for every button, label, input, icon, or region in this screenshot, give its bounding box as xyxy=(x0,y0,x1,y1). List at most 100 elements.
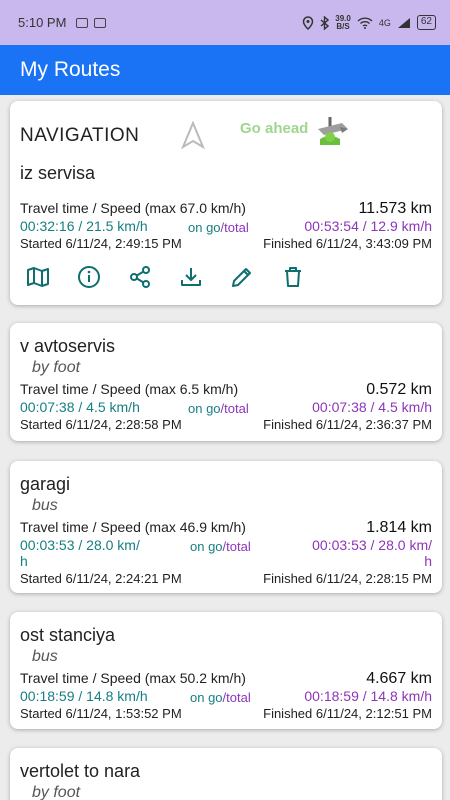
times-row: Started 6/11/24, 2:24:21 PM Finished 6/1… xyxy=(20,571,432,586)
status-right: 39.0 B/S 4G 62 xyxy=(302,14,436,31)
speed-row: 00:32:16 / 21.5 km/h on go/total 00:53:5… xyxy=(20,218,432,236)
times-row: Started 6/11/24, 1:53:52 PM Finished 6/1… xyxy=(20,706,432,721)
route-name: ost stanciya xyxy=(20,625,116,645)
on-go-total-label: on go/total xyxy=(188,401,249,416)
route-name: v avtoservis xyxy=(20,336,116,356)
total-value: 00:53:54 / 12.9 km/h xyxy=(304,218,432,234)
page-title: My Routes xyxy=(20,58,121,81)
edit-button[interactable] xyxy=(228,263,256,291)
route-distance: 1.814 km xyxy=(366,519,432,536)
go-ahead-label: Go ahead xyxy=(240,120,309,137)
travel-row: Travel time / Speed (max 6.5 km/h) 0.572… xyxy=(20,381,432,399)
message-icon xyxy=(94,17,107,28)
route-mode: bus xyxy=(32,648,58,665)
total-value: 00:18:59 / 14.8 km/h xyxy=(304,688,432,704)
on-go-label: on go xyxy=(188,401,221,416)
on-go-total-label: on go/total xyxy=(190,539,251,554)
share-button[interactable] xyxy=(126,263,154,291)
route-card[interactable]: ost stanciya bus Travel time / Speed (ma… xyxy=(10,612,442,729)
finished-time: Finished 6/11/24, 2:12:51 PM xyxy=(263,706,432,721)
on-go-label: on go xyxy=(188,220,221,235)
times-row: Started 6/11/24, 2:49:15 PM Finished 6/1… xyxy=(20,236,432,251)
total-label: total xyxy=(226,690,251,705)
route-card[interactable]: vertolet to nara by foot xyxy=(10,748,442,800)
navigation-arrow-icon xyxy=(181,121,205,149)
status-bar: 5:10 PM 39.0 B/S 4G 62 xyxy=(0,0,450,45)
map-icon xyxy=(27,267,49,287)
map-button[interactable] xyxy=(24,263,52,291)
travel-row: Travel time / Speed (max 67.0 km/h) 11.5… xyxy=(20,200,432,218)
net-speed: 39.0 B/S xyxy=(335,14,351,31)
on-go-label: on go xyxy=(190,690,223,705)
started-time: Started 6/11/24, 2:24:21 PM xyxy=(20,571,182,586)
location-icon xyxy=(303,15,314,30)
on-go-value-wrap: h xyxy=(20,553,28,569)
total-value-wrap: h xyxy=(424,553,432,569)
route-actions xyxy=(20,263,432,297)
travel-label: Travel time / Speed (max 6.5 km/h) xyxy=(20,381,239,397)
travel-label: Travel time / Speed (max 46.9 km/h) xyxy=(20,519,246,535)
finished-time: Finished 6/11/24, 2:28:15 PM xyxy=(263,571,432,586)
download-button[interactable] xyxy=(177,263,205,291)
go-ahead-sign-icon xyxy=(318,117,348,145)
speed-row: 00:03:53 / 28.0 km/h on go/total 00:03:5… xyxy=(20,537,432,569)
info-button[interactable] xyxy=(75,263,103,291)
route-mode: bus xyxy=(32,497,58,514)
travel-label: Travel time / Speed (max 50.2 km/h) xyxy=(20,670,246,686)
battery-icon: 62 xyxy=(416,15,436,30)
on-go-value: 00:07:38 / 4.5 km/h xyxy=(20,399,140,415)
route-distance: 11.573 km xyxy=(358,200,432,217)
times-row: Started 6/11/24, 2:28:58 PM Finished 6/1… xyxy=(20,417,432,432)
edit-icon xyxy=(232,268,251,287)
finished-time: Finished 6/11/24, 3:43:09 PM xyxy=(263,236,432,251)
on-go-total-label: on go/total xyxy=(190,690,251,705)
routes-list[interactable]: NAVIGATION Go ahead iz servisa Travel ti… xyxy=(0,95,450,800)
delete-icon xyxy=(285,267,301,287)
net-speed-unit: B/S xyxy=(336,21,350,31)
total-value: 00:03:53 / 28.0 km/h xyxy=(312,537,432,569)
on-go-total-label: on go/total xyxy=(188,220,249,235)
speed-row: 00:18:59 / 14.8 km/h on go/total 00:18:5… xyxy=(20,688,432,706)
route-name: iz servisa xyxy=(20,163,96,183)
travel-row: Travel time / Speed (max 46.9 km/h) 1.81… xyxy=(20,519,432,537)
on-go-value-line: 00:03:53 / 28.0 km/ xyxy=(20,537,140,553)
total-label: total xyxy=(224,220,249,235)
navigation-header: NAVIGATION Go ahead xyxy=(20,111,432,149)
total-value-line: 00:03:53 / 28.0 km/ xyxy=(312,537,432,553)
on-go-value: 00:18:59 / 14.8 km/h xyxy=(20,688,148,704)
navigation-card[interactable]: NAVIGATION Go ahead iz servisa Travel ti… xyxy=(10,101,442,305)
route-card[interactable]: garagi bus Travel time / Speed (max 46.9… xyxy=(10,461,442,593)
speed-row: 00:07:38 / 4.5 km/h on go/total 00:07:38… xyxy=(20,399,432,417)
finished-time: Finished 6/11/24, 2:36:37 PM xyxy=(263,417,432,432)
bluetooth-icon xyxy=(320,15,330,30)
share-icon xyxy=(130,266,150,288)
wifi-icon xyxy=(357,16,373,29)
total-value: 00:07:38 / 4.5 km/h xyxy=(312,399,432,415)
started-time: Started 6/11/24, 1:53:52 PM xyxy=(20,706,182,721)
notification-icon xyxy=(76,17,89,28)
started-time: Started 6/11/24, 2:49:15 PM xyxy=(20,236,182,251)
navigation-title: NAVIGATION xyxy=(20,125,140,146)
on-go-value: 00:03:53 / 28.0 km/h xyxy=(20,537,140,569)
travel-row: Travel time / Speed (max 50.2 km/h) 4.66… xyxy=(20,670,432,688)
route-mode: by foot xyxy=(32,784,81,800)
total-label: total xyxy=(226,539,251,554)
route-distance: 4.667 km xyxy=(366,670,432,687)
route-name: garagi xyxy=(20,474,71,494)
total-label: total xyxy=(224,401,249,416)
on-go-label: on go xyxy=(190,539,223,554)
network-type: 4G xyxy=(378,17,391,28)
route-distance: 0.572 km xyxy=(366,381,432,398)
route-mode: by foot xyxy=(32,359,81,376)
app-bar: My Routes xyxy=(0,45,450,95)
signal-icon xyxy=(397,17,410,28)
status-time: 5:10 PM xyxy=(18,15,67,30)
route-name: vertolet to nara xyxy=(20,761,141,781)
battery-level: 62 xyxy=(420,16,432,27)
route-card[interactable]: v avtoservis by foot Travel time / Speed… xyxy=(10,323,442,441)
delete-button[interactable] xyxy=(279,263,307,291)
on-go-value: 00:32:16 / 21.5 km/h xyxy=(20,218,148,234)
started-time: Started 6/11/24, 2:28:58 PM xyxy=(20,417,182,432)
download-icon xyxy=(181,268,201,286)
travel-label: Travel time / Speed (max 67.0 km/h) xyxy=(20,200,246,216)
